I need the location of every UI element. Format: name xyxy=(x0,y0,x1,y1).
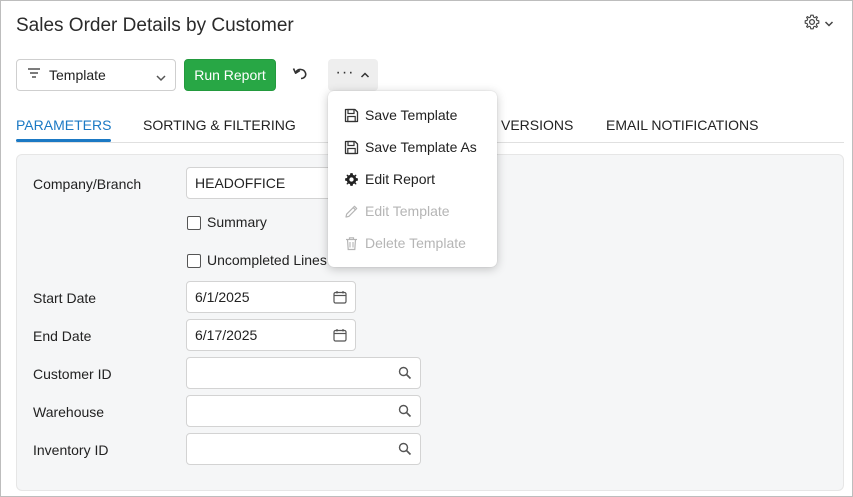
search-icon[interactable] xyxy=(398,404,412,421)
gear-icon xyxy=(804,14,820,35)
calendar-icon[interactable] xyxy=(333,328,347,345)
tab-sorting-filtering[interactable]: SORTING & FILTERING xyxy=(143,117,296,133)
end-date-field[interactable]: 6/17/2025 xyxy=(186,319,356,351)
uncompleted-lines-checkbox[interactable] xyxy=(187,254,201,268)
gear-icon xyxy=(343,171,359,187)
tab-parameters[interactable]: PARAMETERS xyxy=(16,117,111,133)
menu-item-label: Delete Template xyxy=(365,235,466,251)
menu-item-label: Save Template As xyxy=(365,139,477,155)
menu-item-save-template[interactable]: Save Template xyxy=(328,99,497,131)
tab-email-notifications[interactable]: EMAIL NOTIFICATIONS xyxy=(606,117,758,133)
company-branch-field[interactable]: HEADOFFICE xyxy=(186,167,346,199)
template-dropdown-label: Template xyxy=(49,67,106,83)
more-actions-button[interactable]: ··· xyxy=(328,59,378,91)
menu-item-save-template-as[interactable]: Save Template As xyxy=(328,131,497,163)
menu-item-delete-template: Delete Template xyxy=(328,227,497,259)
settings-menu-button[interactable] xyxy=(804,14,840,35)
chevron-up-icon xyxy=(360,66,370,84)
summary-label: Summary xyxy=(207,214,267,230)
more-actions-menu: Save Template Save Template As Edit Repo… xyxy=(328,91,497,267)
start-date-field[interactable]: 6/1/2025 xyxy=(186,281,356,313)
page-title: Sales Order Details by Customer xyxy=(16,15,294,36)
search-icon[interactable] xyxy=(398,366,412,383)
chevron-down-icon xyxy=(155,70,167,88)
inventory-id-label: Inventory ID xyxy=(33,442,109,458)
pencil-icon xyxy=(343,203,359,219)
company-branch-value: HEADOFFICE xyxy=(195,175,286,191)
tab-versions[interactable]: VERSIONS xyxy=(501,117,573,133)
start-date-value: 6/1/2025 xyxy=(195,289,250,305)
menu-item-label: Save Template xyxy=(365,107,458,123)
trash-icon xyxy=(343,235,359,251)
filter-icon xyxy=(27,66,41,84)
save-icon xyxy=(343,107,359,123)
end-date-label: End Date xyxy=(33,328,92,344)
end-date-value: 6/17/2025 xyxy=(195,327,258,343)
menu-item-edit-report[interactable]: Edit Report xyxy=(328,163,497,195)
undo-icon xyxy=(291,65,309,86)
warehouse-label: Warehouse xyxy=(33,404,105,420)
search-icon[interactable] xyxy=(398,442,412,459)
summary-checkbox[interactable] xyxy=(187,216,201,230)
inventory-id-field[interactable] xyxy=(186,433,421,465)
window: Sales Order Details by Customer Template xyxy=(0,0,853,497)
company-branch-label: Company/Branch xyxy=(33,176,142,192)
menu-item-edit-template: Edit Template xyxy=(328,195,497,227)
active-tab-indicator xyxy=(16,139,111,142)
warehouse-field[interactable] xyxy=(186,395,421,427)
template-dropdown[interactable]: Template xyxy=(16,59,176,91)
customer-id-label: Customer ID xyxy=(33,366,112,382)
run-report-button[interactable]: Run Report xyxy=(184,59,276,91)
start-date-label: Start Date xyxy=(33,290,97,306)
uncompleted-lines-label: Uncompleted Lines xyxy=(207,252,327,268)
menu-item-label: Edit Template xyxy=(365,203,450,219)
more-dots-icon: ··· xyxy=(335,64,355,81)
save-icon xyxy=(343,139,359,155)
menu-item-label: Edit Report xyxy=(365,171,436,187)
chevron-down-icon xyxy=(824,15,834,33)
calendar-icon[interactable] xyxy=(333,290,347,307)
undo-button[interactable] xyxy=(288,63,312,87)
customer-id-field[interactable] xyxy=(186,357,421,389)
